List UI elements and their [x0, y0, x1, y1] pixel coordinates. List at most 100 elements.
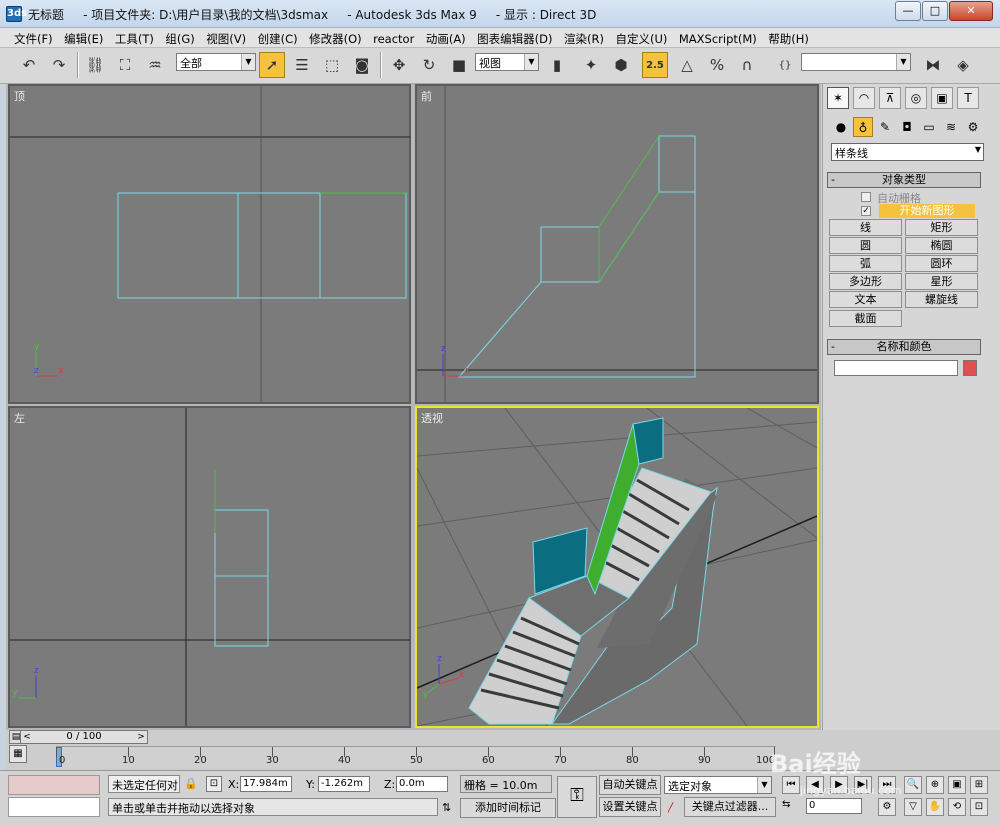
geometry-icon[interactable]: ●	[831, 117, 851, 137]
current-frame-input[interactable]: 0	[806, 798, 862, 814]
key-mode-toggle-icon[interactable]: ⇆	[782, 799, 790, 810]
angle-snap-icon[interactable]: △	[674, 52, 700, 78]
set-key-button[interactable]: 设置关键点	[599, 797, 661, 817]
rectangle-selection-icon[interactable]: ⬚	[319, 52, 345, 78]
spinner-snap-icon[interactable]: ∩	[734, 52, 760, 78]
select-object-icon[interactable]: ➚	[259, 52, 285, 78]
menu-create[interactable]: 创建(C)	[254, 28, 302, 48]
donut-button[interactable]: 圆环	[905, 255, 978, 272]
minimize-button[interactable]: —	[895, 1, 921, 21]
maximize-viewport-icon[interactable]: ⊡	[970, 798, 988, 816]
auto-key-button[interactable]: 自动关键点	[599, 775, 661, 795]
object-name-input[interactable]	[834, 360, 958, 376]
menu-customize[interactable]: 自定义(U)	[611, 28, 671, 48]
select-and-link-icon[interactable]: ⛓	[82, 52, 108, 78]
ngon-button[interactable]: 多边形	[829, 273, 902, 290]
motion-tab-icon[interactable]: ◎	[905, 87, 927, 109]
pan-icon[interactable]: ✋	[926, 798, 944, 816]
slider-next-icon[interactable]: >	[135, 731, 147, 743]
timeline-track[interactable]: 0 10 20 30 40 50 60 70 80 90 100	[56, 746, 776, 768]
key-mode-dropdown[interactable]: 选定对象 ▼	[664, 776, 772, 794]
line-button[interactable]: 线	[829, 219, 902, 236]
modify-tab-icon[interactable]: ◠	[853, 87, 875, 109]
bind-space-warp-icon[interactable]: ♒	[142, 52, 168, 78]
section-button[interactable]: 截面	[829, 310, 902, 327]
viewport-front[interactable]: 前 z x	[415, 84, 819, 404]
unlink-icon[interactable]: ⛶	[112, 52, 138, 78]
select-and-manipulate-icon[interactable]: ✦	[578, 52, 604, 78]
name-and-color-rollout[interactable]: - 名称和颜色	[827, 339, 981, 355]
create-tab-icon[interactable]: ✶	[827, 87, 849, 109]
y-coord-input[interactable]: -1.262m	[318, 776, 370, 792]
align-icon[interactable]: ◈	[950, 52, 976, 78]
auto-grid-checkbox[interactable]	[861, 192, 871, 202]
menu-reactor[interactable]: reactor	[369, 29, 418, 49]
z-coord-input[interactable]: 0.0m	[396, 776, 448, 792]
hierarchy-tab-icon[interactable]: ⊼	[879, 87, 901, 109]
x-coord-input[interactable]: 17.984m	[240, 776, 292, 792]
star-button[interactable]: 星形	[905, 273, 978, 290]
maximize-button[interactable]: □	[922, 1, 948, 21]
menu-maxscript[interactable]: MAXScript(M)	[675, 29, 761, 49]
viewport-left-label[interactable]: 左	[14, 410, 25, 426]
utilities-tab-icon[interactable]: T	[957, 87, 979, 109]
space-warps-icon[interactable]: ≋	[941, 117, 961, 137]
zoom-icon[interactable]: 🔍	[904, 776, 922, 794]
add-time-tag-button[interactable]: 添加时间标记	[460, 798, 556, 818]
viewport-top[interactable]: 顶 y x z	[8, 84, 411, 404]
start-new-shape-checkbox[interactable]: ✓	[861, 206, 871, 216]
slider-prev-icon[interactable]: <	[21, 731, 33, 743]
viewport-perspective[interactable]: 透视 z x y	[415, 406, 819, 728]
window-crossing-icon[interactable]: ◙	[349, 52, 375, 78]
menu-modifiers[interactable]: 修改器(O)	[305, 28, 366, 48]
shape-category-dropdown[interactable]: 样条线 ▼	[831, 143, 984, 161]
redo-icon[interactable]: ↷	[46, 52, 72, 78]
helix-button[interactable]: 螺旋线	[905, 291, 978, 308]
menu-rendering[interactable]: 渲染(R)	[560, 28, 608, 48]
selection-filter-dropdown[interactable]: 全部 ▼	[176, 53, 256, 71]
ellipse-button[interactable]: 椭圆	[905, 237, 978, 254]
zoom-extents-icon[interactable]: ▣	[948, 776, 966, 794]
zoom-all-icon[interactable]: ⊕	[926, 776, 944, 794]
menu-file[interactable]: 文件(F)	[10, 28, 57, 48]
helpers-icon[interactable]: ▭	[919, 117, 939, 137]
menu-group[interactable]: 组(G)	[161, 28, 198, 48]
key-filters-button[interactable]: 关键点过滤器...	[684, 797, 776, 817]
menu-edit[interactable]: 编辑(E)	[60, 28, 107, 48]
set-key-icon[interactable]: ⚿	[557, 776, 597, 818]
lights-icon[interactable]: ✎	[875, 117, 895, 137]
object-color-swatch[interactable]	[963, 360, 977, 376]
viewport-perspective-label[interactable]: 透视	[421, 410, 443, 426]
shapes-icon[interactable]: ♁	[853, 117, 873, 137]
edit-named-selection-icon[interactable]: {}	[772, 52, 798, 78]
move-icon[interactable]: ✥	[386, 52, 412, 78]
display-tab-icon[interactable]: ▣	[931, 87, 953, 109]
maxscript-output-mini[interactable]	[8, 797, 100, 817]
keyboard-shortcut-override-icon[interactable]: ⬢	[608, 52, 634, 78]
select-by-name-icon[interactable]: ☰	[289, 52, 315, 78]
mirror-icon[interactable]: ⧓	[920, 52, 946, 78]
cameras-icon[interactable]: ◘	[897, 117, 917, 137]
orbit-icon[interactable]: ⟲	[948, 798, 966, 816]
mini-curve-editor-icon[interactable]: ▦	[9, 745, 27, 763]
lock-selection-icon[interactable]: 🔒	[184, 777, 198, 790]
arc-button[interactable]: 弧	[829, 255, 902, 272]
snap-toggle-icon[interactable]: 2.5	[642, 52, 668, 78]
scale-icon[interactable]: ■	[446, 52, 472, 78]
time-config-icon[interactable]: ⚙	[878, 798, 896, 816]
absolute-mode-icon[interactable]: ⊡	[206, 776, 222, 792]
app-icon[interactable]: 3ds	[6, 6, 27, 22]
viewport-front-label[interactable]: 前	[421, 88, 432, 104]
named-selection-dropdown[interactable]: ▼	[801, 53, 911, 71]
field-of-view-icon[interactable]: ▽	[904, 798, 922, 816]
object-type-rollout[interactable]: - 对象类型	[827, 172, 981, 188]
rotate-icon[interactable]: ↻	[416, 52, 442, 78]
menu-help[interactable]: 帮助(H)	[764, 28, 813, 48]
time-tag-icon[interactable]: ⇅	[442, 801, 451, 814]
pivot-center-icon[interactable]: ▮	[544, 52, 570, 78]
viewport-top-label[interactable]: 顶	[14, 88, 25, 104]
zoom-extents-all-icon[interactable]: ⊞	[970, 776, 988, 794]
start-new-shape-button[interactable]: 开始新图形	[879, 204, 975, 218]
menu-graph-editors[interactable]: 图表编辑器(D)	[473, 28, 556, 48]
text-button[interactable]: 文本	[829, 291, 902, 308]
